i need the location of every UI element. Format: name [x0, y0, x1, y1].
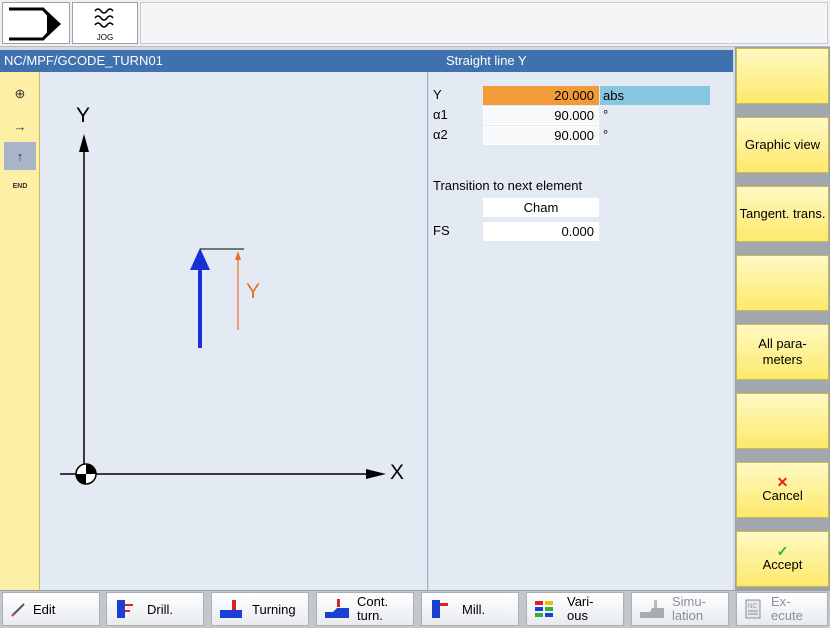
edit-label: Edit [33, 601, 56, 617]
softkey-divider [736, 242, 829, 255]
program-path: NC/MPF/GCODE_TURN01 [4, 53, 163, 68]
jog-mode-indicator: JOG [72, 2, 138, 44]
softkey-divider [736, 173, 829, 186]
milling-label: Mill. [462, 601, 486, 617]
various-label-2: ous [567, 608, 588, 623]
contour-turning-button[interactable]: Cont. turn. [316, 592, 414, 626]
cancel-button[interactable]: ✕ Cancel [736, 462, 829, 518]
alpha1-label: α1 [433, 107, 448, 122]
fs-input[interactable]: 0.000 [483, 222, 599, 241]
vertical-softkey-bar: Graphic view Tangent. trans. All para- m… [735, 47, 830, 590]
top-header: JOG [0, 0, 830, 47]
alpha2-label: α2 [433, 127, 448, 142]
end-icon[interactable]: END [4, 172, 36, 200]
program-arrow-icon [9, 7, 61, 41]
contour-turning-label-2: turn. [357, 608, 384, 623]
execute-nc-icon: NC [745, 599, 761, 619]
jog-label: JOG [96, 33, 114, 42]
turning-button[interactable]: Turning [211, 592, 309, 626]
all-parameters-button[interactable]: All para- meters [736, 324, 829, 380]
contour-graphic-svg [60, 134, 386, 485]
execute-button[interactable]: NC Ex- ecute [736, 592, 828, 626]
alpha1-unit: ° [603, 107, 609, 122]
drill-icon [117, 600, 133, 618]
graphic-view-button[interactable]: Graphic view [736, 117, 829, 173]
y-input[interactable]: 20.000 [483, 86, 599, 105]
cancel-label: Cancel [762, 488, 803, 503]
simulation-label-1: Simu- [672, 594, 706, 609]
simulation-icon [640, 600, 664, 618]
turning-label: Turning [252, 601, 296, 617]
accept-check-icon: ✓ [776, 543, 789, 559]
contour-turning-icon [325, 599, 349, 618]
jog-wave-icon [94, 8, 114, 28]
x-axis-arrowhead [366, 469, 386, 479]
softkey-divider [736, 311, 829, 324]
tangent-trans-button[interactable]: Tangent. trans. [736, 186, 829, 242]
softkey-v1[interactable] [736, 48, 829, 104]
y-label: Y [433, 87, 442, 102]
various-label-1: Vari- [567, 594, 594, 609]
arrow-up-icon[interactable]: ↑ [4, 142, 36, 170]
execute-label-1: Ex- [771, 594, 791, 609]
y-axis-arrowhead [79, 134, 89, 152]
simulation-label-2: lation [672, 608, 704, 623]
svg-text:NC: NC [748, 604, 757, 610]
drill-label: Drill. [147, 601, 173, 617]
softkey-divider [736, 518, 829, 531]
transition-label: Transition to next element [433, 178, 583, 193]
y-axis-label: Y [76, 104, 91, 127]
alpha2-unit: ° [603, 127, 609, 142]
alpha1-input[interactable]: 90.000 [483, 106, 599, 125]
accept-label: Accept [762, 557, 803, 572]
various-icon [535, 601, 553, 617]
milling-button[interactable]: Mill. [421, 592, 519, 626]
softkey-v4[interactable] [736, 255, 829, 311]
x-axis-label: X [390, 461, 405, 484]
parameter-panel: Y 20.000 abs α1 90.000 ° α2 90.000 ° Tra… [429, 72, 733, 590]
drill-button[interactable]: Drill. [106, 592, 204, 626]
execute-label-2: ecute [771, 608, 803, 623]
transition-select[interactable]: Cham [483, 198, 599, 217]
edit-button[interactable]: Edit [2, 592, 100, 626]
cancel-x-icon: ✕ [776, 474, 789, 490]
contour-element-strip: ⊕ → ↑ END [0, 72, 40, 590]
alpha2-input[interactable]: 90.000 [483, 126, 599, 145]
softkey-divider [736, 449, 829, 462]
contour-turning-label-1: Cont. [357, 594, 389, 609]
simulation-button[interactable]: Simu- lation [631, 592, 729, 626]
accept-button[interactable]: ✓ Accept [736, 531, 829, 587]
crosshair-icon[interactable]: ⊕ [4, 80, 36, 108]
operating-area-icon[interactable] [2, 2, 70, 44]
turning-icon [220, 600, 242, 618]
y-unit-select[interactable]: abs [600, 86, 710, 105]
title-bar: NC/MPF/GCODE_TURN01 Straight line Y [0, 50, 733, 72]
dimension-label: Y [246, 280, 261, 303]
status-area [140, 2, 828, 44]
softkey-divider [736, 380, 829, 393]
various-button[interactable]: Vari- ous [526, 592, 624, 626]
pencil-icon [11, 603, 25, 617]
milling-icon [432, 600, 448, 618]
arrow-right-icon[interactable]: → [4, 112, 36, 140]
softkey-divider [736, 104, 829, 117]
fs-label: FS [433, 223, 450, 238]
softkey-v6[interactable] [736, 393, 829, 449]
contour-graphic: Y X Y [40, 72, 428, 590]
element-arrowhead [190, 248, 210, 270]
form-title: Straight line Y [446, 53, 527, 68]
